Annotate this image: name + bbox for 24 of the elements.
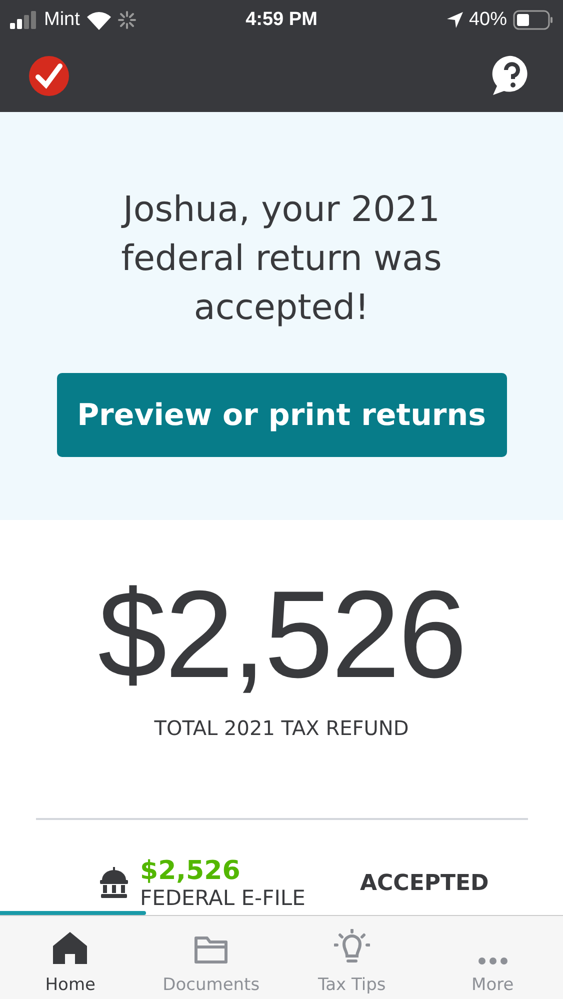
home-icon [52,931,88,965]
filing-status: ACCEPTED [360,870,490,896]
clock-time: 4:59 PM [246,9,318,30]
checkmark-logo-icon [28,55,70,97]
refund-label: TOTAL 2021 TAX REFUND [154,716,409,740]
filing-amount: $2,526 [140,856,242,886]
more-icon [478,957,508,965]
battery-icon [513,10,553,30]
tab-bar-item[interactable]: Home [0,916,141,999]
carrier-name: Mint [44,9,80,31]
accepted-message: Joshua, your 2021 federal return was accepted! [120,189,443,330]
lightbulb-icon [334,929,370,965]
loading-icon [118,11,136,29]
filing-name: FEDERAL E-FILE [140,886,306,910]
wifi-icon [86,10,112,30]
battery-percent: 40% [468,9,507,31]
location-icon [446,12,463,28]
bank-building-icon [98,867,130,899]
preview-print-button[interactable]: Preview or print returns [56,373,506,457]
refund-amount: $2,526 [98,565,466,706]
tab-bar-item[interactable]: Tax Tips [282,916,422,999]
tab-bar-item[interactable]: More [422,916,563,999]
tab-bar-item[interactable]: Documents [140,916,282,999]
signal-icon [10,11,38,29]
